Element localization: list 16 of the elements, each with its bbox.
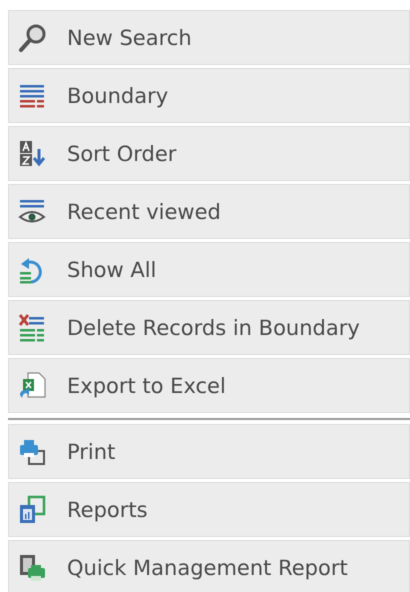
delete-lines-icon	[17, 312, 47, 342]
sort-icon	[17, 138, 47, 168]
menu-item[interactable]: Boundary	[8, 68, 410, 123]
reports-icon	[17, 494, 47, 524]
menu-item[interactable]: Delete Records in Boundary	[8, 300, 410, 355]
menu-item[interactable]: Quick Management Report	[8, 540, 410, 592]
search-icon	[17, 22, 47, 52]
menu-item[interactable]: Recent viewed	[8, 184, 410, 239]
menu-item[interactable]: Print	[8, 424, 410, 479]
menu-item[interactable]: Sort Order	[8, 126, 410, 181]
spreadsheet-icon	[17, 370, 47, 400]
menu-item[interactable]: Reports	[8, 482, 410, 537]
menu-item[interactable]: New Search	[8, 10, 410, 65]
menu-item[interactable]: Show All	[8, 242, 410, 297]
menu-item[interactable]: Export to Excel	[8, 358, 410, 413]
report-printer-icon	[17, 552, 47, 582]
